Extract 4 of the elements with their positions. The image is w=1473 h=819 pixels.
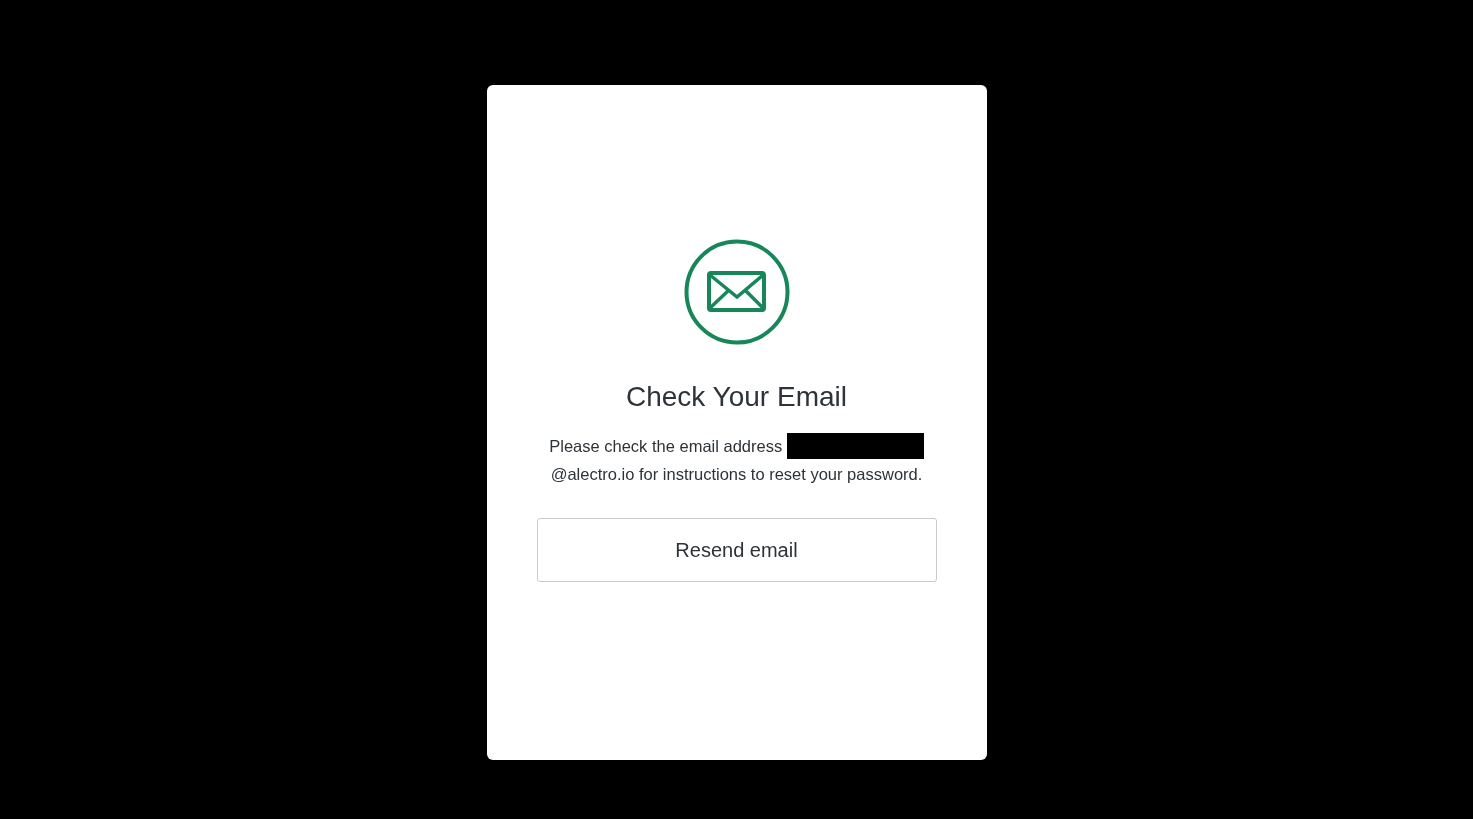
resend-button[interactable]: Resend email xyxy=(536,518,937,582)
dialog-title: Check Your Email xyxy=(626,380,847,414)
message-text: Please check the email address @alectro.io for instructions to reset your password. xyxy=(545,432,928,488)
envelope-icon xyxy=(683,239,790,345)
